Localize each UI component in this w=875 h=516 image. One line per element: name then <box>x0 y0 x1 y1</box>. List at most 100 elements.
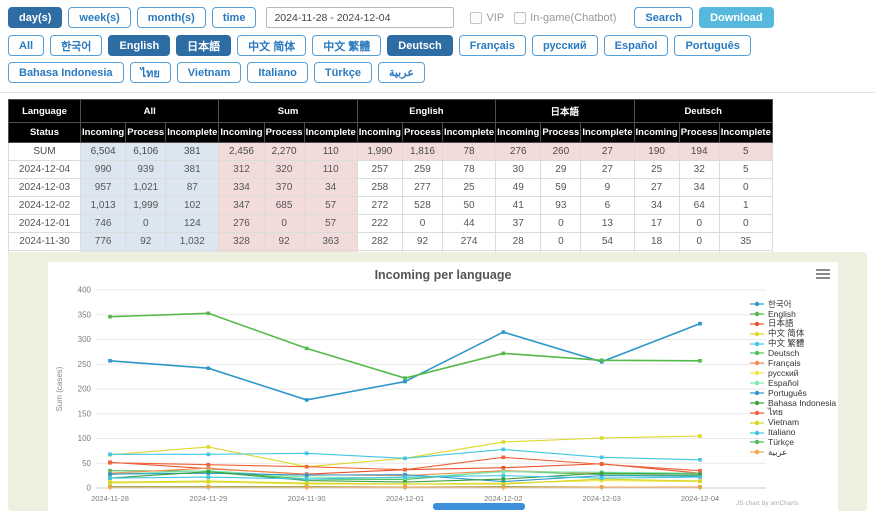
y-axis-label: Sum (cases) <box>55 366 64 411</box>
y-tick-label: 50 <box>82 459 91 468</box>
legend-item-中文-简体[interactable]: 中文 简体 <box>750 329 836 339</box>
chart-scrollbar-thumb[interactable] <box>433 503 525 510</box>
data-point <box>207 485 211 489</box>
legend-label: Italiano <box>768 428 795 437</box>
table-cell: 334 <box>219 179 264 197</box>
legend-label: 日本語 <box>768 319 794 328</box>
legend-item-Bahasa-Indonesia[interactable]: Bahasa Indonesia <box>750 398 836 408</box>
search-button[interactable]: Search <box>634 7 693 28</box>
lang-button-Français[interactable]: Français <box>459 35 526 56</box>
data-point <box>403 457 407 461</box>
table-cell: 6,504 <box>81 143 126 161</box>
lang-button-All[interactable]: All <box>8 35 44 56</box>
legend-item-English[interactable]: English <box>750 309 836 319</box>
table-cell: 274 <box>442 233 495 251</box>
column-header-Process: Process <box>126 123 166 143</box>
lang-button-Español[interactable]: Español <box>604 35 669 56</box>
legend-marker-icon <box>750 389 764 397</box>
lang-button-Vietnam[interactable]: Vietnam <box>177 62 242 83</box>
table-cell: 54 <box>581 233 634 251</box>
table-cell: 320 <box>264 161 304 179</box>
table-cell: 258 <box>357 179 402 197</box>
lang-button-Deutsch[interactable]: Deutsch <box>387 35 452 56</box>
checkbox-In-game-Chatbot-[interactable]: In-game(Chatbot) <box>514 12 616 24</box>
table-cell: 49 <box>496 179 541 197</box>
data-point <box>108 461 112 465</box>
lang-button-Bahasa-Indonesia[interactable]: Bahasa Indonesia <box>8 62 124 83</box>
date-range-input[interactable] <box>266 7 454 28</box>
lang-button-Türkçe[interactable]: Türkçe <box>314 62 372 83</box>
legend-label: 中文 简体 <box>768 329 804 338</box>
table-cell: 92 <box>264 233 304 251</box>
legend-item-Türkçe[interactable]: Türkçe <box>750 437 836 447</box>
period-button-week-s-[interactable]: week(s) <box>68 7 130 28</box>
row-label: 2024-12-01 <box>9 215 81 233</box>
data-point <box>207 366 211 370</box>
data-point <box>305 473 309 477</box>
lang-button-English[interactable]: English <box>108 35 170 56</box>
data-point <box>502 456 506 460</box>
data-point <box>600 462 604 466</box>
legend-item-Vietnam[interactable]: Vietnam <box>750 418 836 428</box>
legend-label: 中文 繁體 <box>768 339 804 348</box>
table-cell: 0 <box>719 179 772 197</box>
lang-button-ไทย[interactable]: ไทย <box>130 62 171 83</box>
lang-button-中文-繁體[interactable]: 中文 繁體 <box>312 35 381 56</box>
legend-item-Português[interactable]: Português <box>750 388 836 398</box>
table-cell: 78 <box>442 143 495 161</box>
lang-button-中文-简体[interactable]: 中文 简体 <box>237 35 306 56</box>
lang-button-日本語[interactable]: 日本語 <box>176 35 231 56</box>
lang-button-عربية[interactable]: عربية <box>378 62 425 83</box>
table-cell: 276 <box>496 143 541 161</box>
checkbox-icon[interactable] <box>514 12 526 24</box>
legend-item-ไทย[interactable]: ไทย <box>750 408 836 418</box>
table-cell: 257 <box>357 161 402 179</box>
lang-button-Italiano[interactable]: Italiano <box>247 62 308 83</box>
checkbox-VIP[interactable]: VIP <box>470 12 504 24</box>
data-point <box>698 485 702 489</box>
x-tick-label: 2024-11-28 <box>91 494 129 503</box>
data-point <box>305 452 309 456</box>
data-point <box>207 463 211 467</box>
chart-box: Incoming per language 050100150200250300… <box>48 262 838 511</box>
legend-item-русский[interactable]: русский <box>750 368 836 378</box>
table-cell: 32 <box>679 161 719 179</box>
table-cell: 27 <box>581 143 634 161</box>
legend-item-Italiano[interactable]: Italiano <box>750 428 836 438</box>
legend-label: Français <box>768 359 801 368</box>
period-button-month-s-[interactable]: month(s) <box>137 7 206 28</box>
period-button-day-s-[interactable]: day(s) <box>8 7 62 28</box>
legend-item-中文-繁體[interactable]: 中文 繁體 <box>750 339 836 349</box>
lang-button-Português[interactable]: Português <box>674 35 750 56</box>
lang-button-русский[interactable]: русский <box>532 35 598 56</box>
table-cell: 110 <box>304 161 357 179</box>
legend-item-Deutsch[interactable]: Deutsch <box>750 348 836 358</box>
data-point <box>403 376 407 380</box>
download-button[interactable]: Download <box>699 7 774 28</box>
table-cell: 9 <box>581 179 634 197</box>
table-cell: 276 <box>219 215 264 233</box>
table-cell: 190 <box>634 143 679 161</box>
data-point <box>502 448 506 452</box>
table-cell: 13 <box>581 215 634 233</box>
table-cell: 102 <box>166 197 219 215</box>
table-cell: 381 <box>166 161 219 179</box>
period-button-time[interactable]: time <box>212 7 257 28</box>
table-cell: 30 <box>496 161 541 179</box>
legend-item-عربية[interactable]: عربية <box>750 447 836 457</box>
series-line-English <box>110 313 700 378</box>
table-cell: 6,106 <box>126 143 166 161</box>
legend-item-日本語[interactable]: 日本語 <box>750 319 836 329</box>
table-cell: 277 <box>402 179 442 197</box>
table-row-2024-11-30: 2024-11-30776921,03232892363282922742805… <box>9 233 773 251</box>
legend-item-Français[interactable]: Français <box>750 358 836 368</box>
data-point <box>305 347 309 351</box>
legend-item-한국어[interactable]: 한국어 <box>750 299 836 309</box>
checkbox-icon[interactable] <box>470 12 482 24</box>
legend-item-Español[interactable]: Español <box>750 378 836 388</box>
table-cell: 57 <box>304 197 357 215</box>
legend-marker-icon <box>750 300 764 308</box>
lang-button-한국어[interactable]: 한국어 <box>50 35 102 56</box>
table-cell: 1,990 <box>357 143 402 161</box>
table-cell: 34 <box>304 179 357 197</box>
